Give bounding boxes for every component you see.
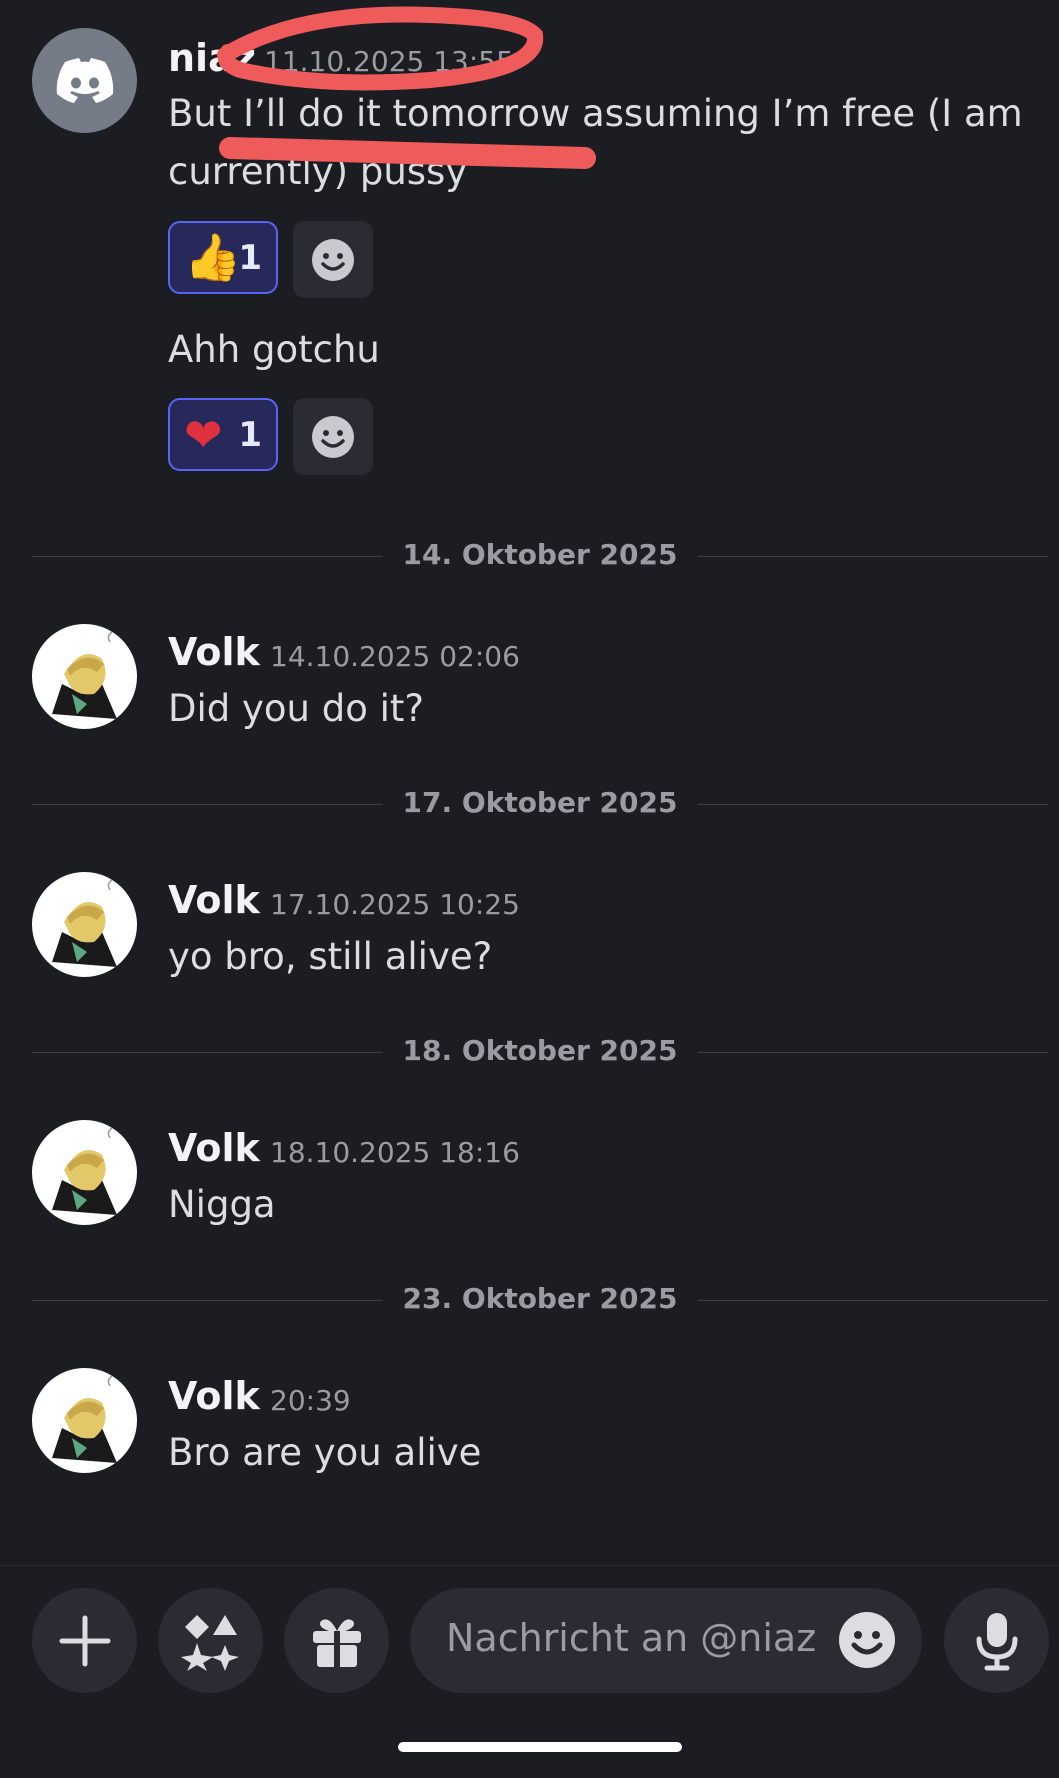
message-text-line: Ahh gotchu	[168, 328, 380, 371]
message-text-line: currently) pussy	[168, 150, 468, 193]
avatar-volk[interactable]	[32, 872, 137, 977]
emoji-icon[interactable]	[838, 1611, 896, 1669]
add-reaction-button[interactable]	[293, 398, 373, 475]
thumbs-up-icon: 👍	[184, 230, 242, 284]
discord-logo-icon	[56, 57, 113, 103]
message-timestamp: 20:39	[270, 1384, 351, 1417]
message-text-line: Did you do it?	[168, 687, 425, 730]
author-name[interactable]: Volk	[168, 630, 260, 674]
message-timestamp: 14.10.2025 02:06	[270, 640, 520, 673]
add-reaction-button[interactable]	[293, 221, 373, 298]
message-text-line: Bro are you alive	[168, 1431, 482, 1474]
heart-icon: ❤	[184, 407, 223, 462]
message-text-line: yo bro, still alive?	[168, 935, 493, 978]
message-input-placeholder: Nachricht an @niaz	[446, 1616, 817, 1660]
avatar-image	[52, 879, 117, 967]
date-divider: 17. Oktober 2025	[382, 786, 698, 819]
apps-icon	[180, 1614, 239, 1671]
avatar-image	[52, 1127, 117, 1215]
date-divider: 18. Oktober 2025	[382, 1034, 698, 1067]
message-timestamp: 11.10.2025 13:55	[264, 45, 514, 78]
message-timestamp: 18.10.2025 18:16	[270, 1136, 520, 1169]
home-indicator[interactable]	[398, 1742, 682, 1752]
author-name[interactable]: Volk	[168, 1374, 260, 1418]
apps-button[interactable]	[158, 1588, 263, 1693]
reaction-count: 1	[238, 414, 262, 455]
reaction-thumbs-up[interactable]: 👍 1	[168, 221, 278, 294]
author-name[interactable]: niaz	[168, 36, 256, 80]
avatar-volk[interactable]	[32, 1368, 137, 1473]
message-timestamp: 17.10.2025 10:25	[270, 888, 520, 921]
avatar-volk[interactable]	[32, 1120, 137, 1225]
emoji-icon	[312, 415, 354, 458]
reaction-heart[interactable]: ❤ 1	[168, 398, 278, 471]
date-divider: 23. Oktober 2025	[382, 1282, 698, 1315]
gift-button[interactable]	[284, 1588, 389, 1693]
plus-icon	[59, 1615, 110, 1666]
date-divider: 14. Oktober 2025	[382, 538, 698, 571]
avatar-volk[interactable]	[32, 624, 137, 729]
avatar-image	[52, 631, 117, 719]
author-name[interactable]: Volk	[168, 878, 260, 922]
avatar-niaz[interactable]	[32, 28, 137, 133]
message-text-line: But I’ll do it tomorrow assuming I’m fre…	[168, 92, 1023, 135]
author-name[interactable]: Volk	[168, 1126, 260, 1170]
emoji-icon	[312, 238, 354, 281]
message-input[interactable]: Nachricht an @niaz	[410, 1588, 922, 1693]
gift-icon	[312, 1618, 361, 1667]
attach-button[interactable]	[32, 1588, 137, 1693]
reaction-count: 1	[238, 237, 262, 278]
voice-message-button[interactable]	[944, 1588, 1049, 1693]
avatar-image	[52, 1375, 117, 1463]
message-text-line: Nigga	[168, 1183, 276, 1226]
microphone-icon	[976, 1612, 1017, 1670]
